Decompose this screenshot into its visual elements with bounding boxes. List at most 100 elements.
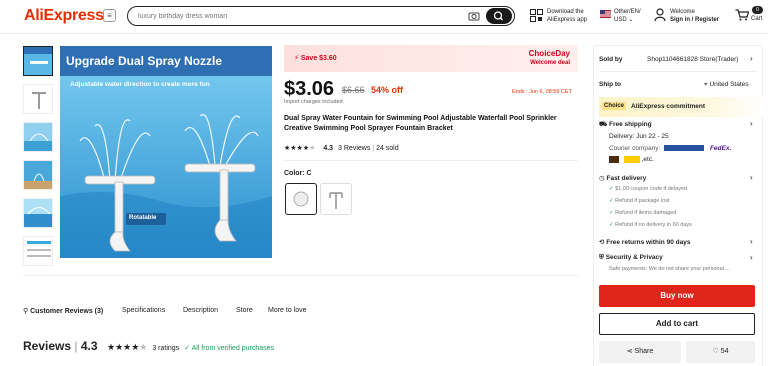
ship-to-label: Ship to [599, 81, 622, 88]
user-icon[interactable] [654, 8, 666, 22]
thumbnail-6[interactable] [23, 236, 53, 266]
product-thumbnail-image [24, 85, 52, 113]
star-half-icon: ★ [309, 145, 316, 152]
share-icon: ⋖ [626, 348, 633, 355]
fast-delivery-item: ✓ Refund if no delivery in 60 days [609, 222, 692, 228]
rating-score: 4.3 [323, 145, 334, 152]
choice-day-label: ChoiceDay [528, 49, 570, 58]
color-swatch-image [329, 192, 343, 209]
choice-commitment-bar: Choice AliExpress commitment [599, 97, 763, 117]
wishlist-button[interactable]: ♡ 54 [686, 341, 755, 363]
sold-by-label: Sold by [599, 56, 623, 63]
fast-delivery-item: ✓ Refund if package lost [609, 198, 670, 204]
cart-icon[interactable] [735, 9, 749, 21]
security-row[interactable]: ⛨ Security & Privacy [599, 254, 663, 262]
delivery-date: Delivery: Jun 22 - 25 [609, 133, 669, 140]
check-icon: ✓ [609, 222, 614, 228]
product-thumbnail-image [24, 161, 52, 189]
divider [599, 71, 757, 72]
reviews-link[interactable]: 3 Reviews [338, 145, 370, 152]
image-heading: Upgrade Dual Spray Nozzle [66, 54, 223, 68]
fast-delivery-row[interactable]: ◷ Fast delivery [599, 174, 646, 182]
thumbnail-4[interactable] [23, 160, 53, 190]
divider [23, 275, 578, 276]
tab-customer-reviews[interactable]: ⚲ Customer Reviews (3) [23, 307, 103, 315]
ratings-count: 3 ratings [152, 345, 180, 352]
divider [284, 160, 578, 161]
free-returns-row[interactable]: ⟲ Free returns within 90 days [599, 238, 690, 246]
verified-note: ✓ All from verified purchases [184, 345, 275, 352]
tab-more-to-love[interactable]: More to love [268, 307, 307, 314]
thumbnail-5[interactable] [23, 198, 53, 228]
original-price: $6.66 [342, 85, 365, 95]
us-flag-icon [600, 10, 611, 18]
thumbnail-1[interactable] [23, 46, 53, 76]
menu-icon[interactable]: ≡ [103, 9, 116, 22]
choice-tag: Choice [602, 102, 627, 110]
return-icon: ⟲ [599, 239, 605, 246]
camera-icon[interactable] [468, 10, 480, 22]
search-button[interactable] [486, 8, 512, 24]
ship-to-selector[interactable]: ⌖ United States [704, 81, 749, 89]
location-pin-icon: ⌖ [704, 81, 708, 88]
star-half-icon: ★ [139, 342, 148, 352]
rating-row: ★★★★★ 4.3 3 Reviews | 24 sold [284, 145, 399, 152]
buy-now-button[interactable]: Buy now [599, 285, 755, 307]
import-note: Import charges included [284, 99, 343, 105]
sold-count: 24 sold [376, 145, 399, 152]
color-option-2[interactable] [320, 183, 352, 215]
fast-delivery-item: ✓ $1.00 coupon code if delayed [609, 186, 688, 192]
cart-label[interactable]: Cart [751, 16, 762, 22]
color-option-c[interactable] [285, 183, 317, 215]
fedex-logo: FedEx. [709, 145, 732, 152]
rotatable-label: Rotatable [129, 215, 157, 221]
usps-logo [664, 145, 705, 152]
reviews-heading: Reviews | 4.3 [23, 339, 98, 353]
choice-day-banner: ⚡ Save $3.60 ChoiceDay Welcome deal [284, 45, 578, 72]
chevron-right-icon[interactable]: › [750, 173, 753, 182]
tab-description[interactable]: Description [183, 307, 218, 314]
share-button[interactable]: ⋖ Share [599, 341, 681, 363]
current-price: $3.06 [284, 78, 335, 100]
deal-ends-timer: Ends : Jun 6, 08:59 CET [512, 89, 572, 95]
locale-selector[interactable]: Other/EN/ USD ⌄ [614, 8, 641, 24]
qr-code-icon[interactable] [530, 9, 543, 22]
top-header: AliExpress ≡ Download the AliExpress a [0, 0, 768, 34]
lightning-icon: ⚡ [294, 55, 299, 62]
fast-delivery-item: ✓ Refund if items damaged [609, 210, 677, 216]
search-bar [127, 6, 515, 26]
aliexpress-logo[interactable]: AliExpress [24, 7, 104, 25]
truck-icon: ⛟ [599, 121, 608, 128]
search-input[interactable] [138, 9, 438, 23]
chevron-right-icon[interactable]: › [750, 253, 753, 262]
product-thumbnail-image [24, 123, 52, 151]
chevron-right-icon[interactable]: › [750, 119, 753, 128]
chevron-right-icon[interactable]: › [750, 54, 753, 63]
main-product-image[interactable]: Upgrade Dual Spray Nozzle Adjustable wat… [60, 46, 272, 258]
star-icon: ★★★★ [284, 145, 310, 152]
free-shipping-row[interactable]: ⛟ Free shipping [599, 120, 652, 129]
product-photo [60, 46, 272, 258]
thumbnail-2[interactable] [23, 84, 53, 114]
security-note: Safe payments: We do not share your pers… [609, 266, 730, 272]
product-thumbnail-image [24, 237, 52, 265]
thumbnail-3[interactable] [23, 122, 53, 152]
color-label: Color: C [284, 170, 312, 177]
choice-commitment-title: AliExpress commitment [631, 103, 706, 110]
ups-logo [609, 156, 619, 163]
download-app-link[interactable]: Download the AliExpress app [547, 8, 587, 24]
discount-badge: 54% off [371, 85, 404, 95]
shield-icon: ⛨ [599, 254, 604, 261]
chevron-right-icon[interactable]: › [750, 237, 753, 246]
star-icon: ★★★★ [107, 342, 140, 352]
product-thumbnail-image [24, 199, 52, 227]
color-swatch-image [293, 191, 309, 207]
sign-in-link[interactable]: Welcome Sign in / Register [670, 8, 719, 24]
check-icon: ✓ [609, 186, 614, 192]
add-to-cart-button[interactable]: Add to cart [599, 313, 755, 335]
pin-icon: ⚲ [23, 308, 29, 315]
seller-link[interactable]: Shop1104661828 Store(Trader) [647, 56, 738, 63]
tab-store[interactable]: Store [236, 307, 253, 314]
courier-logos-row: ,etc. [609, 156, 654, 163]
tab-specifications[interactable]: Specifications [122, 307, 165, 314]
